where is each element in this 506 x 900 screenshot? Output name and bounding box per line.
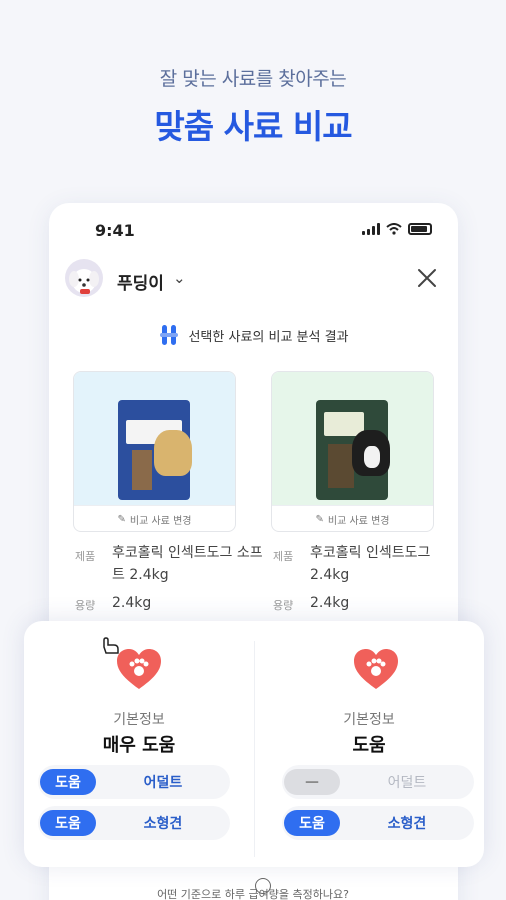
hero-subtitle: 잘 맞는 사료를 찾아주는: [159, 68, 347, 90]
hero-title: 맞춤 사료 비교: [154, 107, 352, 146]
status-icons: [362, 223, 432, 235]
category-label-1: 기본정보: [113, 712, 165, 728]
criteria-text: 어덜트: [143, 775, 183, 791]
battery-icon: [408, 223, 432, 235]
pet-avatar[interactable]: [65, 259, 103, 297]
heart-paw-icon: [354, 649, 398, 689]
chevron-down-icon[interactable]: ⌄: [173, 269, 186, 287]
comparison-sheet: 기본정보 매우 도움 도움 어덜트 도움 소형견 기본정보 도움 — 어덜트 도…: [24, 621, 484, 867]
verdict-2: 도움: [352, 735, 386, 756]
change-product-button-2[interactable]: ✎ 비교 사료 변경: [272, 505, 433, 531]
criteria-tag: 도움: [284, 810, 340, 836]
product-card-1: ✎ 비교 사료 변경: [73, 371, 236, 532]
criteria-pill-1-2: 도움 소형견: [38, 806, 230, 840]
footer-question[interactable]: 어떤 기준으로 하루 급여량을 측정하나요?: [0, 886, 506, 900]
product-weight-1: 2.4kg: [112, 595, 152, 611]
criteria-text: 소형견: [143, 816, 183, 832]
criteria-text: 소형견: [387, 816, 427, 832]
pet-name[interactable]: 푸딩이: [117, 269, 164, 294]
criteria-tag: —: [284, 769, 340, 795]
signal-icon: [362, 223, 380, 235]
pencil-icon: ✎: [315, 514, 324, 525]
row-label-weight-1: 용량: [75, 599, 96, 612]
heart-paw-icon: [117, 649, 161, 689]
result-title-text: 선택한 사료의 비교 분석 결과: [188, 329, 349, 345]
product-name-1: 후코홀릭 인섹트도그 소프트 2.4kg: [112, 545, 263, 583]
criteria-pill-1-1: 도움 어덜트: [38, 765, 230, 799]
product-weight-2: 2.4kg: [310, 595, 350, 611]
change-product-button-1[interactable]: ✎ 비교 사료 변경: [74, 505, 235, 531]
product-name-2: 후코홀릭 인섹트도그 2.4kg: [310, 545, 431, 583]
compare-icon: [160, 325, 179, 345]
close-icon[interactable]: [416, 267, 438, 289]
criteria-text: 어덜트: [387, 775, 427, 791]
category-label-2: 기본정보: [343, 712, 395, 728]
change-product-label-2: 비교 사료 변경: [327, 516, 390, 527]
result-title: 선택한 사료의 비교 분석 결과: [49, 323, 458, 347]
criteria-tag: 도움: [40, 810, 96, 836]
row-label-product-1: 제품: [75, 550, 96, 563]
wifi-icon: [386, 223, 402, 235]
change-product-label-1: 비교 사료 변경: [129, 516, 192, 527]
criteria-tag: 도움: [40, 769, 96, 795]
product-card-2: ✎ 비교 사료 변경: [271, 371, 434, 532]
pencil-icon: ✎: [117, 514, 126, 525]
product-image-2: [272, 372, 433, 505]
product-image-1: [74, 372, 235, 505]
row-label-weight-2: 용량: [273, 599, 294, 612]
verdict-1: 매우 도움: [102, 735, 176, 756]
criteria-pill-2-1: — 어덜트: [282, 765, 474, 799]
status-time: 9:41: [95, 221, 135, 240]
row-label-product-2: 제품: [273, 550, 294, 563]
criteria-pill-2-2: 도움 소형견: [282, 806, 474, 840]
